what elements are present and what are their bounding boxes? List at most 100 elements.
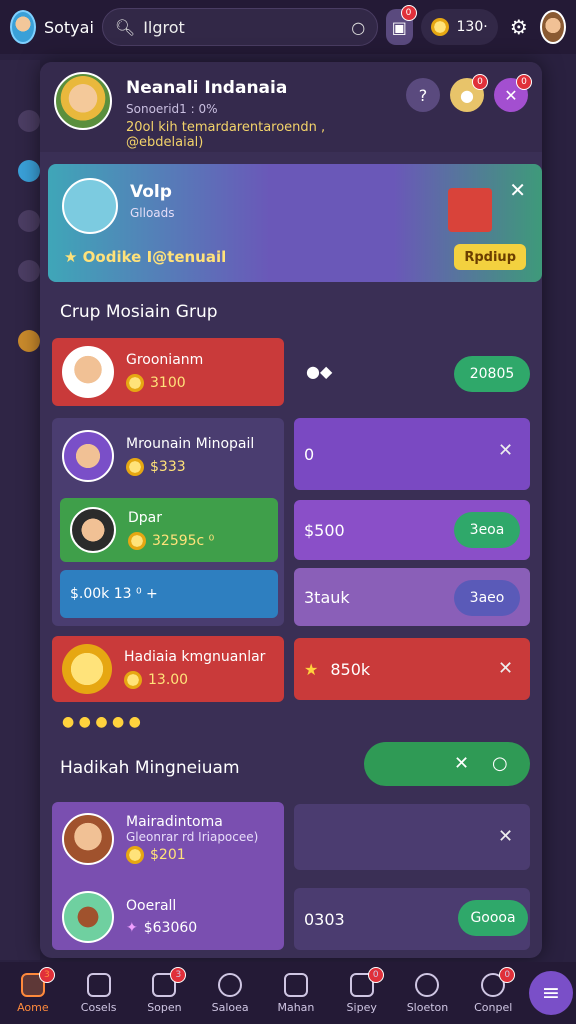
coin-icon	[124, 671, 142, 689]
claim-button-7[interactable]: Goooa	[458, 900, 528, 936]
inbox-icon: ▣	[391, 17, 407, 37]
shuffle-icon[interactable]: ✕	[454, 753, 469, 774]
close-panel-button[interactable]: ✕ 0	[494, 74, 532, 112]
reward-slot-5[interactable]: ★ 850k	[294, 638, 530, 700]
reward-card-3[interactable]: Dpar 32595c ⁰	[60, 498, 278, 562]
action-pill[interactable]: ✕ ○	[364, 742, 530, 786]
banner-close-icon[interactable]: ✕	[509, 178, 526, 202]
sidebar-icon	[18, 260, 40, 282]
character-portrait	[70, 507, 116, 553]
coin-balance[interactable]: 130·	[420, 9, 498, 45]
section-title-group: Crup Mosiain Grup	[60, 302, 218, 322]
nav-badge: 3	[170, 966, 187, 983]
help-icon: ?	[418, 85, 428, 105]
nav-item-mahan[interactable]: Mahan	[266, 972, 326, 1014]
claim-button-1[interactable]: 20805	[454, 356, 530, 392]
card-subtitle: Gleonrar rd Iriapocee)	[126, 830, 259, 844]
reward-card-4[interactable]: $.00k 13 ⁰ +	[60, 570, 278, 618]
nav-badge: 0	[499, 966, 516, 983]
banner-subtitle: Glloads	[130, 206, 175, 220]
gift-icon: ●	[460, 85, 474, 105]
close-icon[interactable]: ✕	[498, 440, 513, 461]
card-title: Hadiaia kmgnuanlar	[124, 649, 266, 665]
slot-value: 0303	[304, 909, 345, 929]
sidebar-icon	[18, 160, 40, 182]
reward-slot-2[interactable]: 0	[294, 418, 530, 490]
banner-footer: ★ Oodike I@tenuail	[64, 248, 227, 266]
house-icon	[448, 188, 492, 232]
big-coin-icon	[62, 644, 112, 694]
nav-item-conpel[interactable]: Conpel 0	[463, 966, 523, 1014]
help-button[interactable]: ?	[406, 78, 440, 112]
inbox-button[interactable]: ▣ 0	[386, 5, 417, 45]
nav-item-sipey[interactable]: Sipey 0	[332, 966, 392, 1014]
inbox-badge: 0	[400, 5, 417, 21]
nav-item-cosels[interactable]: Cosels	[69, 972, 129, 1014]
clear-search-icon[interactable]: ○	[351, 18, 365, 37]
close-badge: 0	[516, 74, 532, 90]
card-value: 13.00	[148, 672, 189, 688]
loot-icon: ●◆	[306, 362, 333, 381]
nav-item-sloeton[interactable]: Sloeton	[397, 972, 457, 1014]
background-sidebar	[0, 60, 40, 960]
coin-icon	[430, 18, 449, 36]
search-box[interactable]: 🔍︎ ○	[101, 8, 379, 46]
menu-icon: ≡	[541, 980, 561, 1006]
sidebar-icon	[18, 210, 40, 232]
bottom-nav: Aome 3 Cosels Sopen 3 Saloea Mahan Sipey…	[0, 962, 576, 1024]
nav-item-sopen[interactable]: Sopen 3	[134, 966, 194, 1014]
chest-portrait	[62, 891, 114, 943]
card-value: $63060	[143, 920, 198, 936]
computer-icon	[62, 178, 118, 234]
search-input[interactable]	[143, 17, 344, 37]
reward-card-1[interactable]: Groonianm 3100	[52, 338, 284, 406]
card-value: 3100	[150, 375, 186, 391]
search-icon	[218, 972, 243, 997]
coin-icon	[126, 458, 144, 476]
close-icon[interactable]: ✕	[498, 826, 513, 847]
player-avatar[interactable]	[54, 72, 112, 130]
section-title-hadiah: Hadikah Mingneiuam	[60, 758, 240, 778]
card-value: $201	[150, 847, 186, 863]
chart-icon	[283, 972, 308, 997]
close-icon[interactable]: ✕	[498, 658, 513, 679]
claim-button-4[interactable]: 3aeo	[454, 580, 520, 616]
panel-subtitle: Sonoerid1 : 0%	[126, 102, 218, 116]
panel-info-line: 20ol kih temardarentaroendn , @ebdelaial…	[126, 120, 326, 150]
user-avatar[interactable]	[10, 10, 36, 44]
coin-count: 130·	[456, 19, 488, 35]
nav-item-saloea[interactable]: Saloea	[200, 972, 260, 1014]
gift-badge: 0	[472, 74, 488, 90]
nav-badge: 3	[38, 966, 55, 983]
reward-slot-6	[294, 804, 530, 870]
house-icon	[86, 972, 111, 997]
character-portrait	[62, 430, 114, 482]
reward-card-6[interactable]: Mairadintoma Gleonrar rd Iriapocee) $201	[52, 804, 284, 874]
panel-header: Neanali Indanaia Sonoerid1 : 0% 20ol kih…	[40, 62, 542, 152]
coin-icon	[126, 846, 144, 864]
claim-button-3[interactable]: 3eoa	[454, 512, 520, 548]
character-portrait	[62, 346, 114, 398]
wheel-icon	[415, 972, 440, 997]
card-value: $.00k 13 ⁰ +	[70, 586, 158, 602]
panel-title: Neanali Indanaia	[126, 78, 288, 98]
slot-value: 3tauk	[304, 587, 350, 607]
reward-card-5[interactable]: Hadiaia kmgnuanlar 13.00	[52, 636, 284, 702]
card-title: Mrounain Minopail	[126, 436, 255, 452]
gift-button[interactable]: ● 0	[450, 74, 488, 112]
profile-avatar[interactable]	[540, 10, 566, 44]
search-icon[interactable]: ○	[492, 753, 508, 774]
reward-card-2[interactable]: Mrounain Minopail $333	[52, 418, 284, 494]
nav-item-home[interactable]: Aome 3	[3, 966, 63, 1014]
banner-cta-button[interactable]: Rpdiup	[454, 244, 526, 270]
gear-icon: ⚙	[509, 15, 528, 39]
card-title: Mairadintoma	[126, 814, 223, 830]
top-bar: Sotyai 🔍︎ ○ ▣ 0 130· ⚙	[0, 0, 576, 54]
reward-card-7[interactable]: Ooerall ✦ $63060	[52, 884, 284, 950]
promo-banner[interactable]: Volp Glloads ★ Oodike I@tenuail ✕ Rpdiup	[48, 164, 542, 282]
settings-button[interactable]: ⚙	[506, 9, 532, 45]
sidebar-icon	[18, 110, 40, 132]
slot-value: 850k	[330, 659, 371, 679]
menu-button[interactable]: ≡	[529, 971, 573, 1015]
slot-value: $500	[304, 520, 345, 540]
